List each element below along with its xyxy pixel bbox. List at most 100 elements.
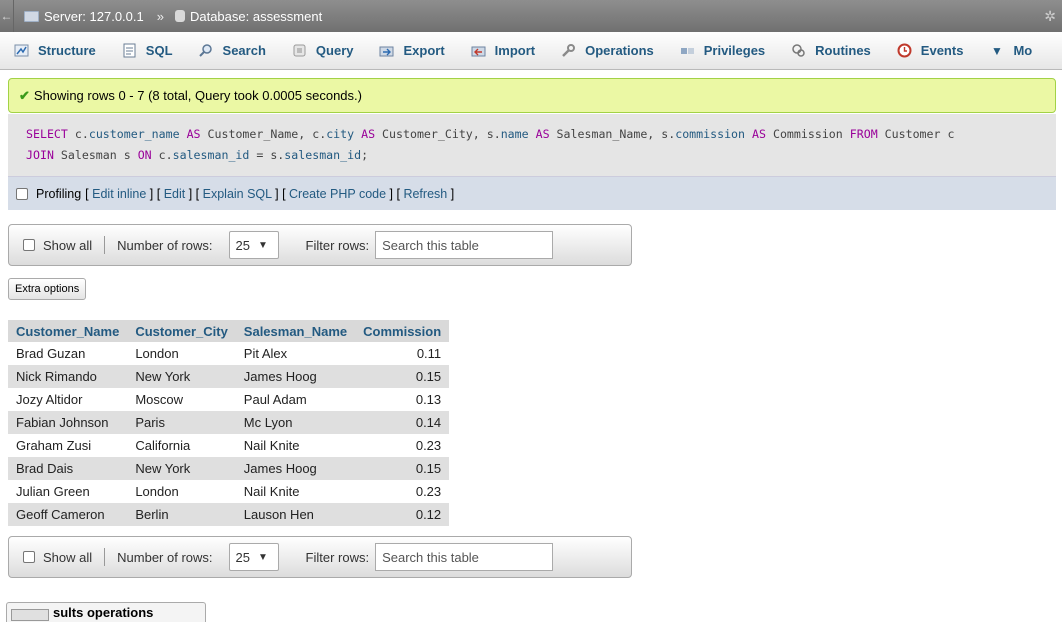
show-all-checkbox[interactable] [23, 239, 35, 251]
wrench-icon [561, 43, 576, 58]
create-php-code-link[interactable]: Create PHP code [289, 187, 386, 201]
table-row[interactable]: Graham Zusi California Nail Knite 0.23 [8, 434, 450, 457]
table-cell: London [127, 480, 236, 503]
table-cell: 0.14 [355, 411, 450, 434]
number-of-rows-label: Number of rows: [117, 237, 213, 253]
table-cell: 0.12 [355, 503, 450, 526]
extra-options-button[interactable]: Extra options [8, 278, 87, 300]
tab-label: Events [920, 43, 964, 58]
table-cell: 0.13 [355, 388, 450, 411]
table-row[interactable]: Brad Dais New York James Hoog 0.15 [8, 457, 450, 480]
breadcrumb-separator: » [156, 8, 164, 24]
table-cell: Lauson Hen [235, 503, 356, 526]
table-cell: Paul Adam [235, 388, 356, 411]
table-cell: New York [127, 365, 236, 388]
query-icon [292, 43, 307, 58]
tab-sql[interactable]: SQL [108, 32, 185, 69]
edit-link[interactable]: Edit [164, 187, 186, 201]
table-cell: 0.23 [355, 434, 450, 457]
back-arrow-icon[interactable]: ← [0, 0, 14, 32]
explain-sql-link[interactable]: Explain SQL [203, 187, 272, 201]
number-of-rows-select[interactable]: 25 ▼ [228, 231, 279, 259]
tab-operations[interactable]: Operations [547, 32, 666, 69]
filter-rows-input[interactable]: Search this table [375, 231, 554, 259]
table-row[interactable]: Jozy Altidor Moscow Paul Adam 0.13 [8, 388, 450, 411]
more-caret-icon: ▼ [990, 43, 1003, 58]
sql-query-box[interactable]: SELECT c.customer_name AS Customer_Name,… [8, 114, 1056, 176]
table-row[interactable]: Geoff Cameron Berlin Lauson Hen 0.12 [8, 503, 450, 526]
column-header-commission[interactable]: Commission [355, 320, 450, 342]
table-cell: Berlin [127, 503, 236, 526]
success-message: ✔ Showing rows 0 - 7 (8 total, Query too… [8, 78, 1056, 113]
chevron-down-icon: ▼ [257, 239, 268, 251]
table-cell: California [127, 434, 236, 457]
search-icon [198, 43, 214, 58]
tab-label: Mo [1013, 43, 1033, 58]
table-row[interactable]: Julian Green London Nail Knite 0.23 [8, 480, 450, 503]
tab-search[interactable]: Search [185, 32, 278, 69]
table-cell: Mc Lyon [235, 411, 356, 434]
tab-label: Operations [585, 43, 654, 58]
table-row[interactable]: Fabian Johnson Paris Mc Lyon 0.14 [8, 411, 450, 434]
table-cell: Moscow [127, 388, 236, 411]
profiling-checkbox[interactable] [16, 187, 28, 200]
column-header-customer-city[interactable]: Customer_City [127, 320, 236, 342]
breadcrumb-server[interactable]: Server: 127.0.0.1 [44, 9, 144, 24]
tab-privileges[interactable]: Privileges [666, 32, 777, 69]
tab-import[interactable]: Import [457, 32, 547, 69]
navigation-bar-top: Show all Number of rows: 25 ▼ Filter rows… [8, 224, 632, 266]
check-icon: ✔ [19, 87, 30, 103]
structure-icon [14, 43, 29, 58]
table-cell: Pit Alex [235, 342, 356, 365]
results-table: Customer_Name Customer_City Salesman_Nam… [8, 320, 450, 526]
show-all-label[interactable]: Show all [43, 550, 92, 565]
tab-label: Import [494, 43, 536, 58]
sql-icon [122, 43, 137, 58]
profiling-bar: Profiling [ Edit inline ] [ Edit ] [ Exp… [8, 176, 1056, 210]
filter-rows-label: Filter rows: [305, 237, 370, 253]
column-header-customer-name[interactable]: Customer_Name [8, 320, 128, 342]
table-cell: London [127, 342, 236, 365]
tab-label: Privileges [703, 43, 766, 58]
filter-rows-input[interactable]: Search this table [375, 543, 554, 571]
gear-icon[interactable]: ✲ [1044, 8, 1056, 25]
table-cell: Brad Dais [8, 457, 128, 480]
query-results-operations-tab[interactable]: sults operations [6, 602, 206, 622]
tab-label: Search [222, 43, 266, 58]
tab-routines[interactable]: Routines [777, 32, 883, 69]
tab-more[interactable]: ▼ Mo [975, 32, 1044, 69]
refresh-link[interactable]: Refresh [403, 187, 447, 201]
table-cell: 0.15 [355, 457, 450, 480]
show-all-label[interactable]: Show all [43, 238, 92, 253]
tab-bar: Structure SQL Search Query Export Import… [0, 32, 1062, 70]
routines-icon [791, 43, 806, 58]
edit-inline-link[interactable]: Edit inline [92, 187, 146, 201]
table-row[interactable]: Brad Guzan London Pit Alex 0.11 [8, 342, 450, 365]
table-cell: New York [127, 457, 236, 480]
table-cell: Nick Rimando [8, 365, 128, 388]
table-cell: Brad Guzan [8, 342, 128, 365]
table-cell: Graham Zusi [8, 434, 128, 457]
tab-query[interactable]: Query [278, 32, 366, 69]
overlay-button[interactable] [11, 609, 49, 621]
import-icon [471, 43, 486, 58]
table-cell: James Hoog [235, 365, 356, 388]
column-header-salesman-name[interactable]: Salesman_Name [235, 320, 356, 342]
tab-export[interactable]: Export [365, 32, 456, 69]
tab-label: Structure [38, 43, 96, 58]
tab-events[interactable]: Events [883, 32, 976, 69]
table-cell: 0.11 [355, 342, 450, 365]
table-row[interactable]: Nick Rimando New York James Hoog 0.15 [8, 365, 450, 388]
chevron-down-icon: ▼ [257, 551, 268, 563]
table-cell: Fabian Johnson [8, 411, 128, 434]
breadcrumb-database[interactable]: Database: assessment [190, 9, 322, 24]
number-of-rows-label: Number of rows: [117, 549, 213, 565]
number-of-rows-select[interactable]: 25 ▼ [228, 543, 279, 571]
export-icon [379, 43, 394, 58]
tab-label: Routines [815, 43, 871, 58]
table-cell: 0.23 [355, 480, 450, 503]
tab-structure[interactable]: Structure [0, 32, 108, 69]
table-cell: Geoff Cameron [8, 503, 128, 526]
results-operations-label: sults operations [53, 605, 154, 620]
show-all-checkbox[interactable] [23, 551, 35, 563]
